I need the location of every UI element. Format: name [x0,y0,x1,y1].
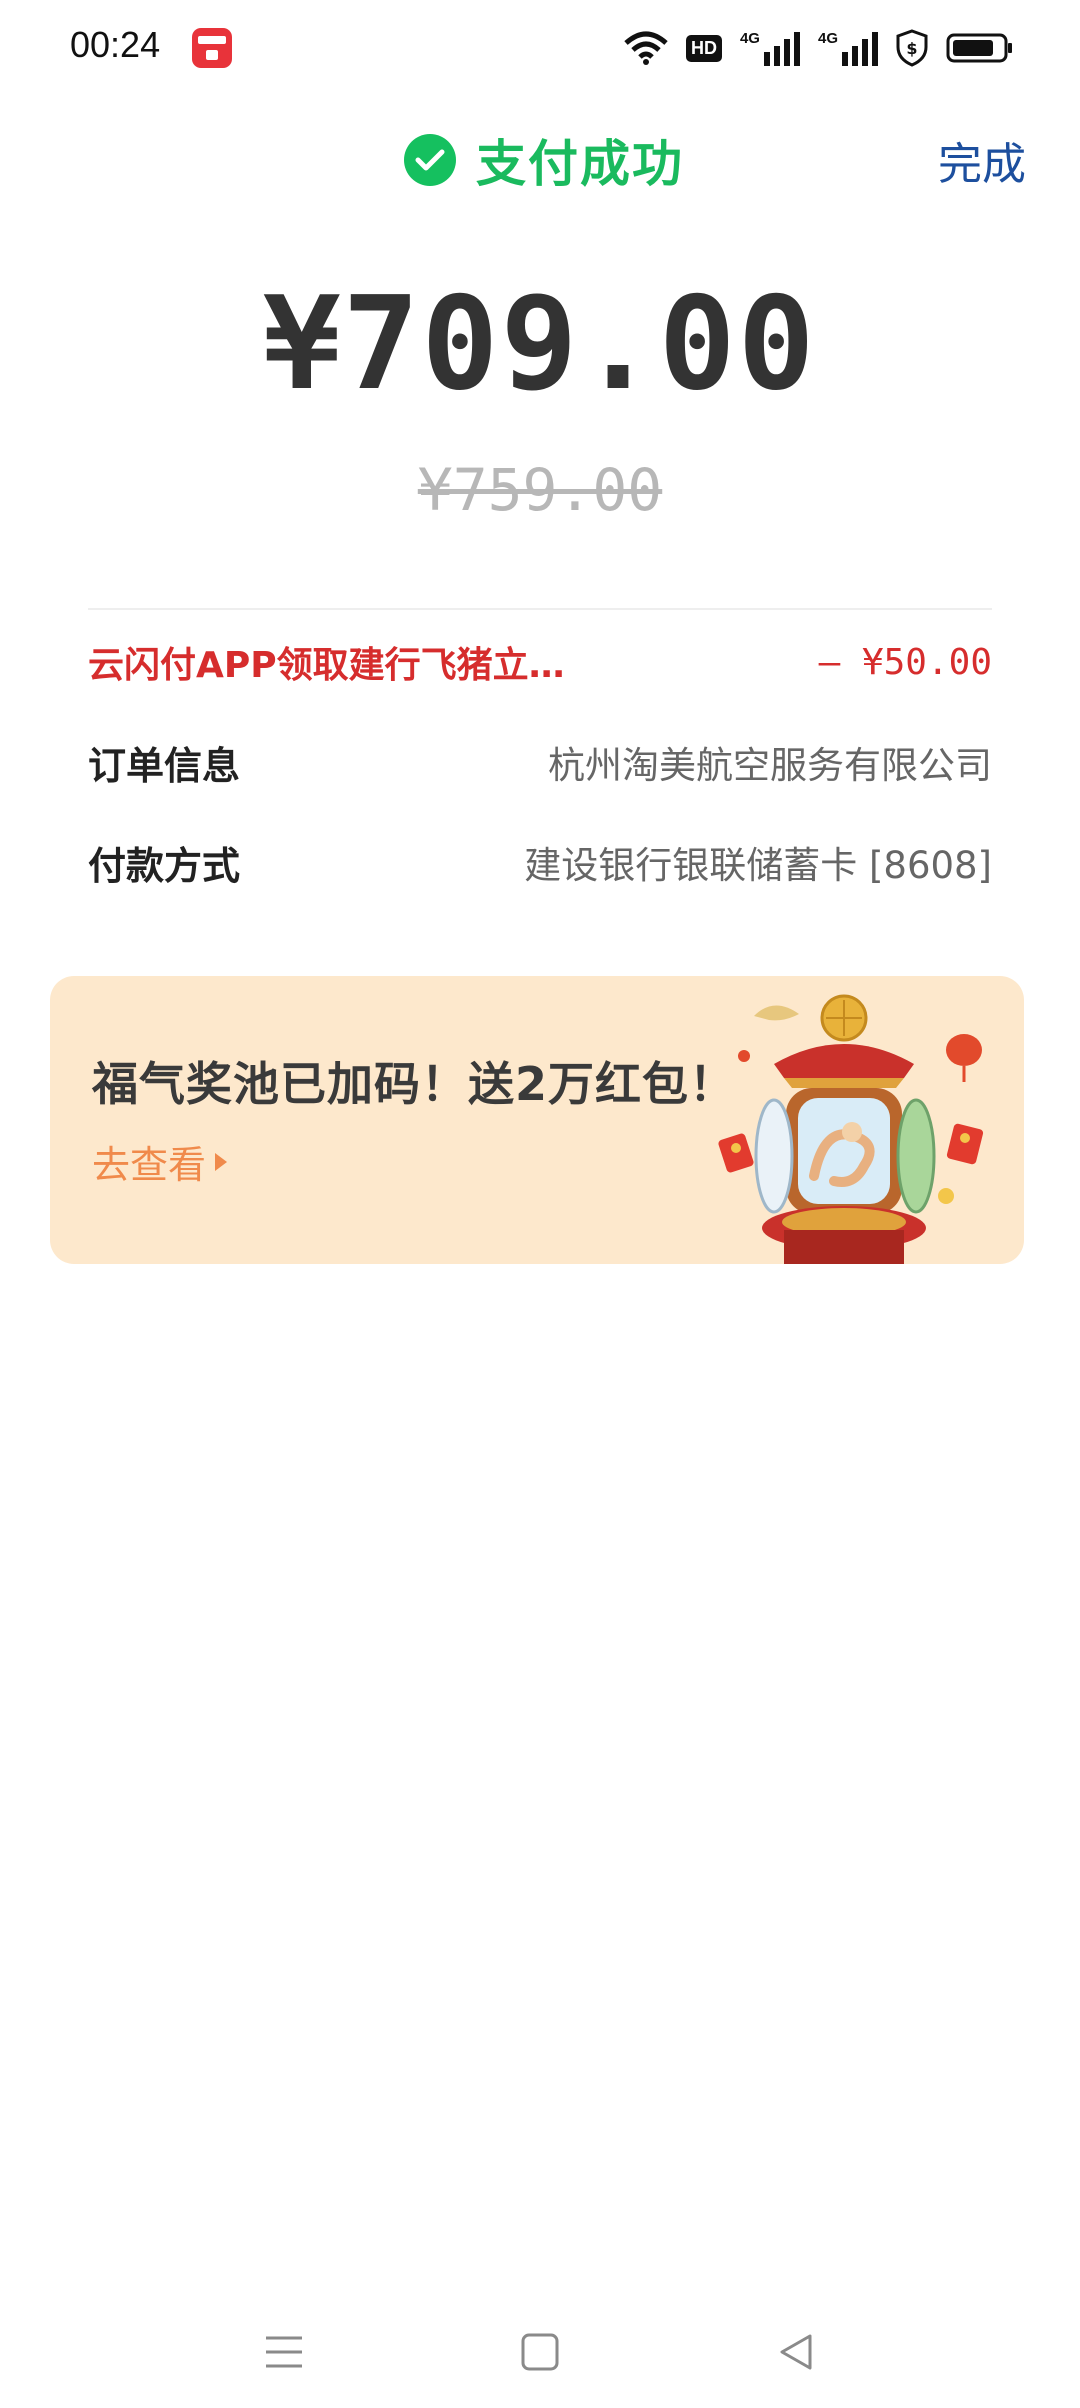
payment-status-text: 支付成功 [476,135,684,193]
discount-label: 云闪付APP领取建行飞猪立… [88,645,565,686]
hd-label: HD [690,37,717,58]
hd-voice-icon: HD [685,34,722,62]
security-shield-icon: $ [896,29,928,67]
status-time: 00:24 [70,24,161,65]
payment-status: 支付成功 [404,124,684,196]
lantern-illustration [718,994,984,1264]
paid-amount: ¥709.00 [263,270,817,419]
status-icons: HD 4G 4G $ [624,28,1014,68]
wifi-icon [624,31,668,65]
order-info-label: 订单信息 [88,743,241,788]
signal-icon-2: 4G [818,30,878,66]
discount-value: – ¥50.00 [818,641,992,683]
svg-text:$: $ [906,39,917,58]
payment-method-label: 付款方式 [88,843,241,888]
home-square-icon[interactable] [510,2322,570,2382]
menu-icon[interactable] [254,2322,314,2382]
triangle-right-icon [215,1152,228,1171]
battery-icon [946,33,1012,63]
promo-banner[interactable]: 福气奖池已加码！送2万红包！ 去查看 [50,976,1024,1264]
payment-method-value: 建设银行银联储蓄卡 [8608] [524,844,992,887]
app-notification-icon [192,28,232,68]
network-type-2: 4G [817,30,838,47]
signal-icon: 4G [740,30,800,66]
header: 支付成功 完成 [0,110,1080,200]
payment-success-screen: 00:24 HD 4G 4G $ 支付成功 完成 ¥709.00 ¥759.00… [0,0,1080,2408]
done-button[interactable]: 完成 [938,128,1026,192]
promo-title: 福气奖池已加码！送2万红包！ [92,1057,737,1111]
back-triangle-icon[interactable] [766,2322,826,2382]
status-bar: 00:24 HD 4G 4G $ [0,0,1080,96]
navigation-bar [0,2300,1080,2408]
divider [88,608,992,610]
promo-link[interactable]: 去查看 [92,1134,228,1189]
order-info-value: 杭州淘美航空服务有限公司 [548,744,992,787]
order-info-row: 订单信息 杭州淘美航空服务有限公司 [88,732,992,792]
discount-row: 云闪付APP领取建行飞猪立… – ¥50.00 [88,632,992,692]
check-circle-icon [404,134,456,186]
original-amount: ¥759.00 [417,456,663,524]
payment-method-row: 付款方式 建设银行银联储蓄卡 [8608] [88,832,992,892]
network-type-1: 4G [739,30,760,47]
promo-link-label: 去查看 [92,1143,207,1187]
